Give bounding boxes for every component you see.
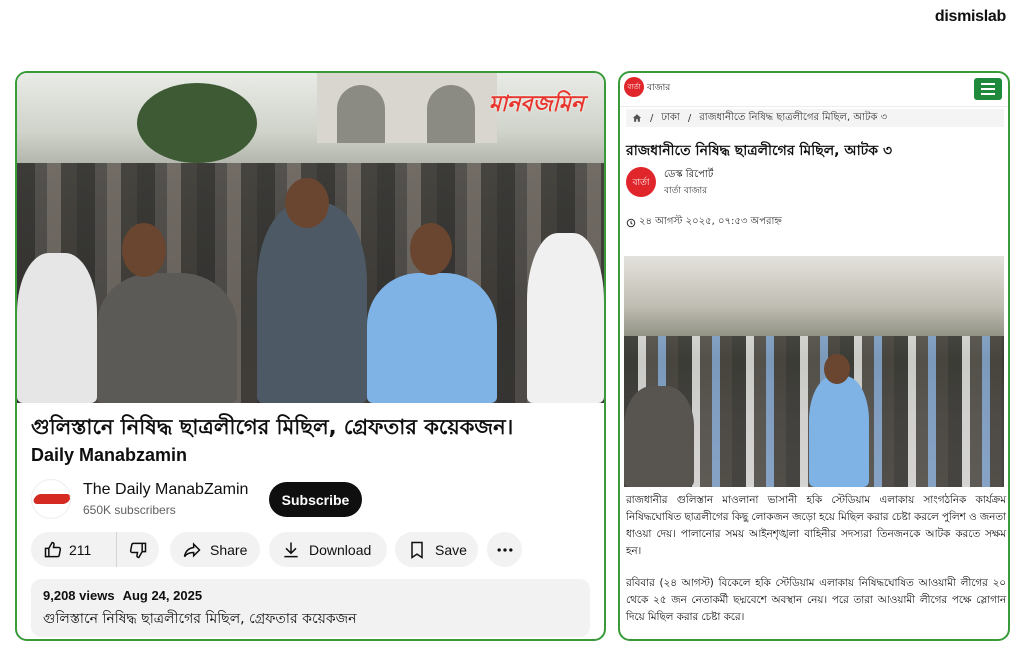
bookmark-icon xyxy=(411,541,423,559)
tree-shape xyxy=(137,83,257,163)
person-figure xyxy=(527,233,604,403)
breadcrumb-category[interactable]: ঢাকা xyxy=(661,110,679,127)
person-head xyxy=(285,178,329,228)
gate-arch xyxy=(317,73,497,143)
thumbs-down-icon xyxy=(129,542,147,558)
publication-name: বার্তা বাজার xyxy=(664,186,708,196)
breadcrumb: / ঢাকা / রাজধানীতে নিষিদ্ধ ছাত্রলীগের মি… xyxy=(626,109,1004,127)
article-paragraph-1: রাজধানীর গুলিস্তান মাওলানা ভাসানী হকি স্… xyxy=(626,494,1006,557)
person-figure xyxy=(97,273,237,403)
youtube-screenshot-panel: মানবজমিন গুলিস্তানে নিষিদ্ধ ছাত্রলীগের ম… xyxy=(15,71,606,641)
video-player[interactable]: মানবজমিন xyxy=(17,73,604,403)
person-figure xyxy=(809,376,869,487)
download-label: Download xyxy=(309,541,372,558)
more-dots-icon xyxy=(497,547,512,552)
site-logo[interactable]: বার্তা xyxy=(624,77,644,97)
site-header: বার্তা বাজার xyxy=(620,73,1008,107)
clock-icon xyxy=(626,218,636,227)
save-label: Save xyxy=(435,541,467,558)
share-icon xyxy=(183,541,201,558)
download-button[interactable]: Download xyxy=(269,532,387,567)
person-figure xyxy=(624,386,694,487)
thumbs-up-icon xyxy=(44,541,62,557)
person-figure xyxy=(17,253,97,403)
dismislab-logo: dismislab xyxy=(934,8,1006,25)
article-photo xyxy=(624,256,1004,487)
description-box[interactable]: 9,208 views Aug 24, 2025 গুলিস্তানে নিষিদ… xyxy=(31,579,590,637)
person-head xyxy=(410,223,452,275)
view-count: 9,208 views xyxy=(43,588,115,603)
video-subtitle: Daily Manabzamin xyxy=(31,445,188,465)
download-icon xyxy=(284,542,298,557)
share-label: Share xyxy=(210,541,248,558)
person-head xyxy=(824,354,850,384)
subscriber-count: 650K subscribers xyxy=(83,503,176,517)
video-title: গুলিস্তানে নিষিদ্ধ ছাত্রলীগের মিছিল, গ্র… xyxy=(31,415,514,439)
dislike-button[interactable] xyxy=(117,540,159,560)
article-paragraph-2: রবিবার (২৪ আগস্ট) বিকেলে হকি স্টেডিয়াম … xyxy=(626,577,1006,623)
save-button[interactable]: Save xyxy=(395,532,478,567)
watermark-logo: মানবজমিন xyxy=(488,91,584,116)
article-title: রাজধানীতে নিষিদ্ধ ছাত্রলীগের মিছিল, আটক … xyxy=(626,143,893,159)
more-button[interactable] xyxy=(487,532,522,567)
upload-date: Aug 24, 2025 xyxy=(122,588,203,603)
channel-avatar[interactable] xyxy=(31,479,71,519)
breadcrumb-current: রাজধানীতে নিষিদ্ধ ছাত্রলীগের মিছিল, আটক … xyxy=(699,111,888,123)
subscribe-button[interactable]: Subscribe xyxy=(269,482,362,517)
like-button[interactable]: 211 xyxy=(31,532,117,567)
like-dislike-group: 211 xyxy=(31,532,159,567)
hamburger-menu-button[interactable] xyxy=(974,78,1002,100)
article-date: ২৪ আগস্ট ২০২৫, ০৭:৫৩ অপরাহ্ন xyxy=(626,214,782,231)
person-head xyxy=(122,223,166,277)
person-figure xyxy=(367,273,497,403)
site-name: বাজার xyxy=(647,83,671,93)
home-icon[interactable] xyxy=(632,113,642,123)
author-avatar: বার্তা xyxy=(626,167,656,197)
article-date-text: ২৪ আগস্ট ২০২৫, ০৭:৫৩ অপরাহ্ন xyxy=(639,216,782,227)
like-count: 211 xyxy=(69,541,92,558)
description-text: গুলিস্তানে নিষিদ্ধ ছাত্রলীগের মিছিল, গ্র… xyxy=(43,611,357,627)
share-button[interactable]: Share xyxy=(170,532,260,567)
channel-name[interactable]: The Daily ManabZamin xyxy=(83,481,248,499)
person-figure xyxy=(257,203,367,403)
author-name: ডেস্ক রিপোর্ট xyxy=(664,169,714,180)
news-screenshot-panel: বার্তা বাজার / ঢাকা / রাজধানীতে নিষিদ্ধ … xyxy=(618,71,1010,641)
